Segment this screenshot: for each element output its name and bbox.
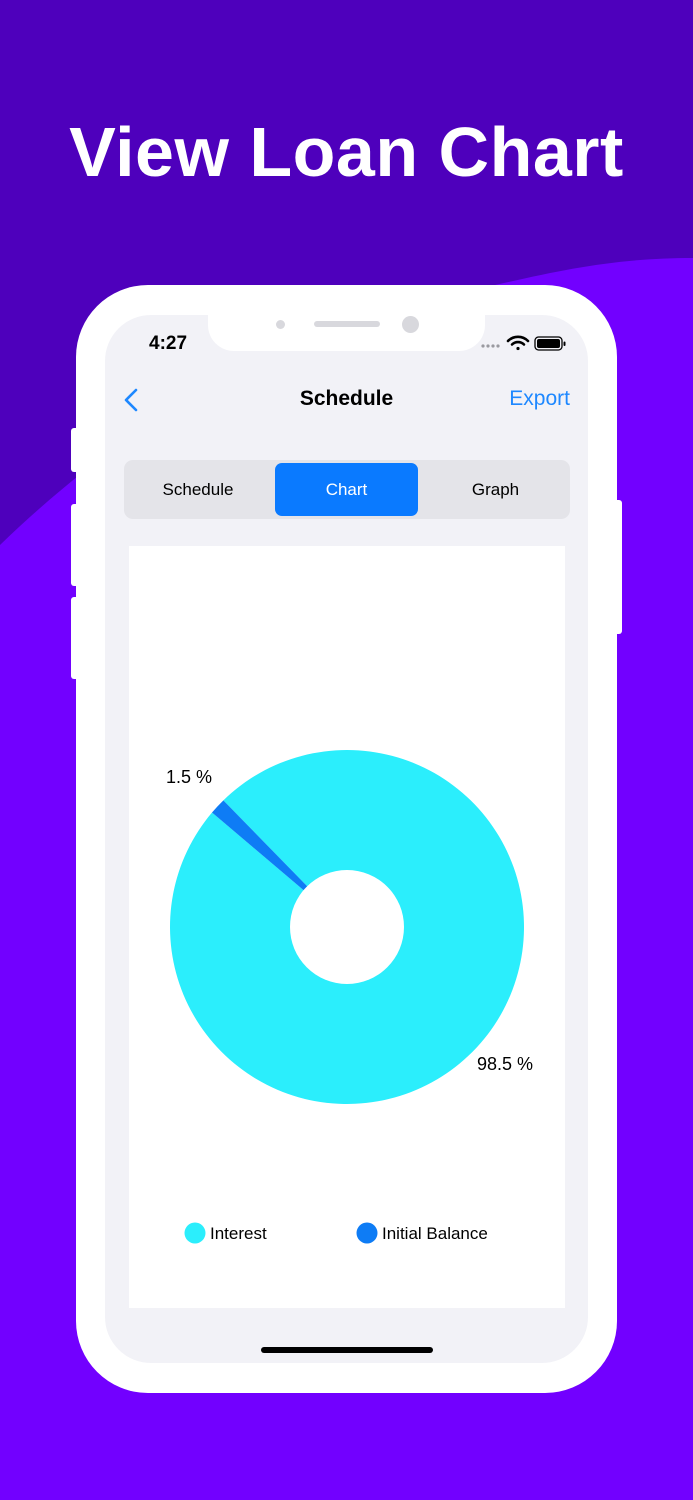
segment-graph[interactable]: Graph: [424, 463, 567, 516]
legend-item-initial-balance[interactable]: Initial Balance: [356, 1222, 488, 1244]
notch-camera: [402, 316, 419, 333]
legend-swatch: [184, 1222, 206, 1244]
legend-item-interest[interactable]: Interest: [184, 1222, 267, 1244]
status-icons: [481, 335, 566, 351]
legend-label: Interest: [210, 1224, 267, 1243]
home-indicator[interactable]: [261, 1347, 433, 1353]
legend-swatch: [356, 1222, 378, 1244]
data-label-initial-balance: 1.5 %: [166, 767, 212, 787]
segment-chart[interactable]: Chart: [275, 463, 418, 516]
export-button[interactable]: Export: [509, 387, 570, 411]
battery-icon: [534, 336, 566, 351]
legend-label: Initial Balance: [382, 1224, 488, 1243]
data-label-interest: 98.5 %: [477, 1054, 533, 1074]
phone-notch: [208, 315, 485, 351]
wifi-icon: [506, 335, 530, 351]
signal-icon: [481, 344, 500, 348]
status-time: 4:27: [149, 333, 188, 354]
headline: View Loan Chart: [69, 113, 624, 191]
chart-card: 98.5 % 1.5 % Interest Initial Balance: [129, 546, 565, 1308]
donut-chart: 98.5 % 1.5 % Interest Initial Balance: [166, 749, 533, 1244]
segment-schedule[interactable]: Schedule: [127, 463, 269, 516]
segmented-control: Schedule Chart Graph: [124, 460, 570, 519]
notch-sensor: [276, 320, 285, 329]
notch-speaker: [314, 321, 380, 327]
donut-hole: [290, 870, 404, 984]
phone-screen: 4:27 Schedule Export Schedule Chart Grap…: [105, 315, 588, 1363]
